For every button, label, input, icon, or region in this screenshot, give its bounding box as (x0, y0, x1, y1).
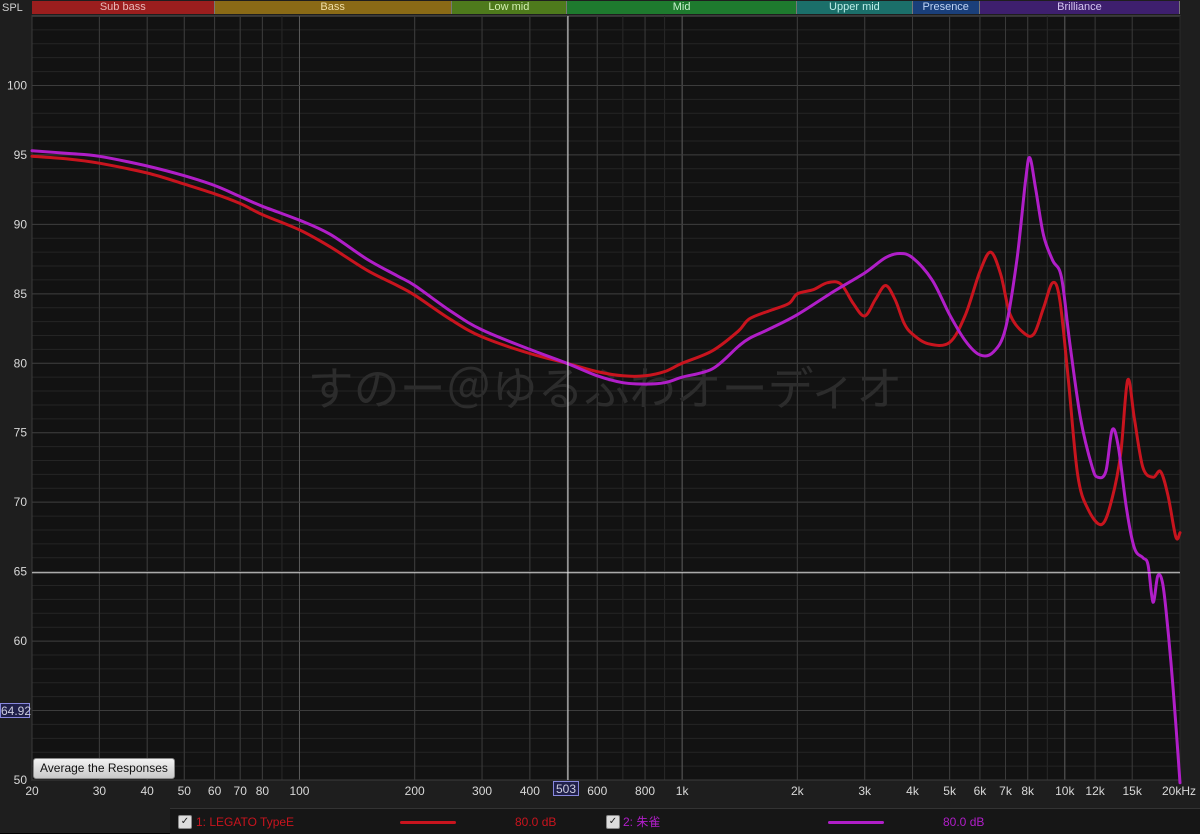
x-tick-label: 100 (289, 784, 309, 798)
cursor-y-readout: 64.92 (0, 703, 32, 718)
cursor-x-readout: 503 (553, 781, 579, 796)
x-tick-label: 800 (635, 784, 655, 798)
watermark: すのー＠ゆるふわオーディオ (308, 362, 903, 416)
legend-level-2: 80.0 dB (943, 815, 985, 829)
x-tick-label: 80 (256, 784, 270, 798)
legend-label-1[interactable]: 1: LEGATO TypeE (196, 814, 294, 830)
y-tick-label: 70 (14, 495, 28, 509)
x-tick-label: 300 (472, 784, 492, 798)
x-tick-label: 20 (25, 784, 39, 798)
x-tick-label: 40 (141, 784, 155, 798)
x-tick-label: 600 (587, 784, 607, 798)
y-tick-labels: 50556065707580859095100 (7, 78, 27, 787)
y-tick-label: 90 (14, 217, 28, 231)
x-tick-label: 50 (178, 784, 192, 798)
x-tick-label: 30 (93, 784, 107, 798)
legend-label-2[interactable]: 2: 朱雀 (623, 814, 660, 830)
x-tick-label: 12k (1085, 784, 1105, 798)
x-tick-label: 4k (906, 784, 920, 798)
x-tick-label: 6k (974, 784, 988, 798)
x-tick-label: 1k (676, 784, 690, 798)
x-tick-label: 60 (208, 784, 222, 798)
legend-level-1: 80.0 dB (515, 815, 557, 829)
x-tick-label: 7k (999, 784, 1013, 798)
y-tick-label: 80 (14, 356, 28, 370)
x-tick-label: 2k (791, 784, 805, 798)
x-tick-label: 200 (405, 784, 425, 798)
average-responses-button[interactable]: Average the Responses (33, 758, 175, 779)
x-tick-label: 10k (1055, 784, 1075, 798)
legend-checkbox-1[interactable]: ✓ (178, 815, 192, 829)
y-tick-label: 95 (14, 148, 28, 162)
x-tick-label: 3k (858, 784, 872, 798)
y-tick-label: 60 (14, 634, 28, 648)
x-tick-label: 8k (1021, 784, 1035, 798)
x-tick-labels: 20 30 40 50 60 70 80 100 200 300 400 600 800 1k 2k 3k 4k… (25, 784, 1143, 798)
y-tick-label: 65 (14, 565, 28, 579)
x-tick-label: 15k (1123, 784, 1143, 798)
y-tick-label: 75 (14, 426, 28, 440)
x-tick-label: 70 (234, 784, 248, 798)
x-tick-label: 400 (520, 784, 540, 798)
legend-bar: ✓ 1: LEGATO TypeE 80.0 dB ✓ 2: 朱雀 80.0 d… (170, 808, 1200, 834)
legend-line-2 (828, 821, 884, 824)
y-tick-label: 85 (14, 287, 28, 301)
frequency-response-app: SPL Sub bass Bass Low mid Mid Upper mid Prese… (0, 0, 1200, 834)
legend-checkbox-2[interactable]: ✓ (606, 815, 620, 829)
x-unit-label: 20kHz (1162, 784, 1196, 798)
y-tick-label: 100 (7, 78, 27, 92)
x-tick-label: 5k (943, 784, 957, 798)
frequency-response-chart[interactable]: すのー＠ゆるふわオーディオ 50556065707580859095100 20… (0, 0, 1200, 833)
legend-line-1 (400, 821, 456, 824)
